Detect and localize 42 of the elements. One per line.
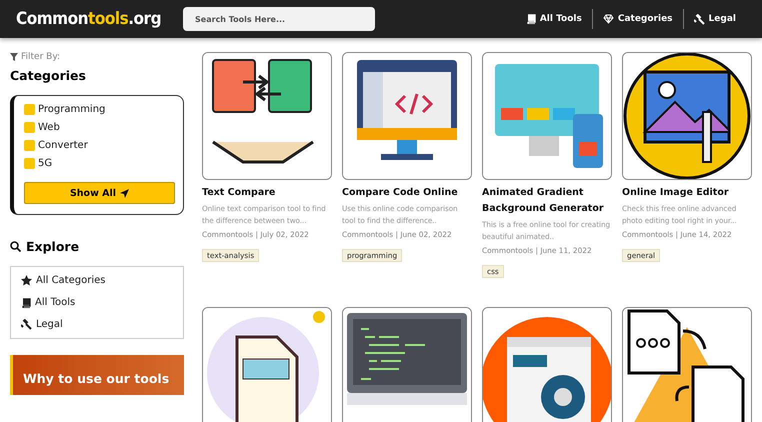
category-label[interactable]: Converter: [38, 140, 88, 151]
nav-link[interactable]: All Tools: [516, 9, 592, 29]
nav-link[interactable]: Categories: [592, 9, 683, 29]
site-logo[interactable]: Commontools.org: [16, 9, 162, 29]
explore-link[interactable]: All Categories: [36, 275, 106, 286]
compare-drawing[interactable]: [202, 52, 332, 180]
gradient-screens-drawing[interactable]: [482, 52, 612, 180]
file-exchange-drawing[interactable]: [622, 307, 752, 422]
category-label[interactable]: Programming: [38, 104, 106, 115]
database-gear-drawing[interactable]: [482, 307, 612, 422]
tool-title[interactable]: Animated Gradient Background Generator: [482, 185, 612, 217]
image-editor-drawing[interactable]: [622, 52, 752, 180]
explore-link[interactable]: All Tools: [35, 297, 76, 308]
gavel-icon: [21, 319, 32, 330]
checkbox[interactable]: [24, 158, 35, 169]
filter-label: Filter By:: [21, 52, 60, 62]
checkbox[interactable]: [24, 104, 35, 115]
nav-link[interactable]: Legal: [682, 9, 746, 29]
tool-title[interactable]: Text Compare: [202, 185, 332, 201]
code-monitor-drawing[interactable]: [342, 52, 472, 180]
star-icon: [21, 275, 32, 286]
tool-title[interactable]: Online Image Editor: [622, 185, 752, 201]
checkbox[interactable]: [24, 140, 35, 151]
tool-title[interactable]: Compare Code Online: [342, 185, 472, 201]
search-field[interactable]: Search Tools Here...: [183, 7, 376, 31]
category-label[interactable]: Web: [38, 122, 60, 133]
filter-icon: [10, 53, 18, 61]
show-all-button[interactable]: Show All: [24, 182, 175, 204]
book-icon: [526, 14, 536, 24]
code-editor-drawing[interactable]: [342, 307, 472, 422]
category-label[interactable]: 5G: [38, 158, 52, 169]
section-heading: Explore: [26, 239, 80, 254]
gem-icon: [602, 14, 614, 24]
spreadsheet-document-drawing[interactable]: [202, 307, 332, 422]
checkbox[interactable]: [24, 122, 35, 133]
explore-link[interactable]: Legal: [36, 319, 63, 330]
search-icon: [10, 241, 21, 252]
send-icon: [120, 188, 130, 198]
banner-heading: Why to use our tools: [23, 371, 170, 386]
gavel-icon: [694, 14, 705, 24]
section-heading: Categories: [10, 68, 86, 83]
book-icon: [21, 298, 31, 308]
